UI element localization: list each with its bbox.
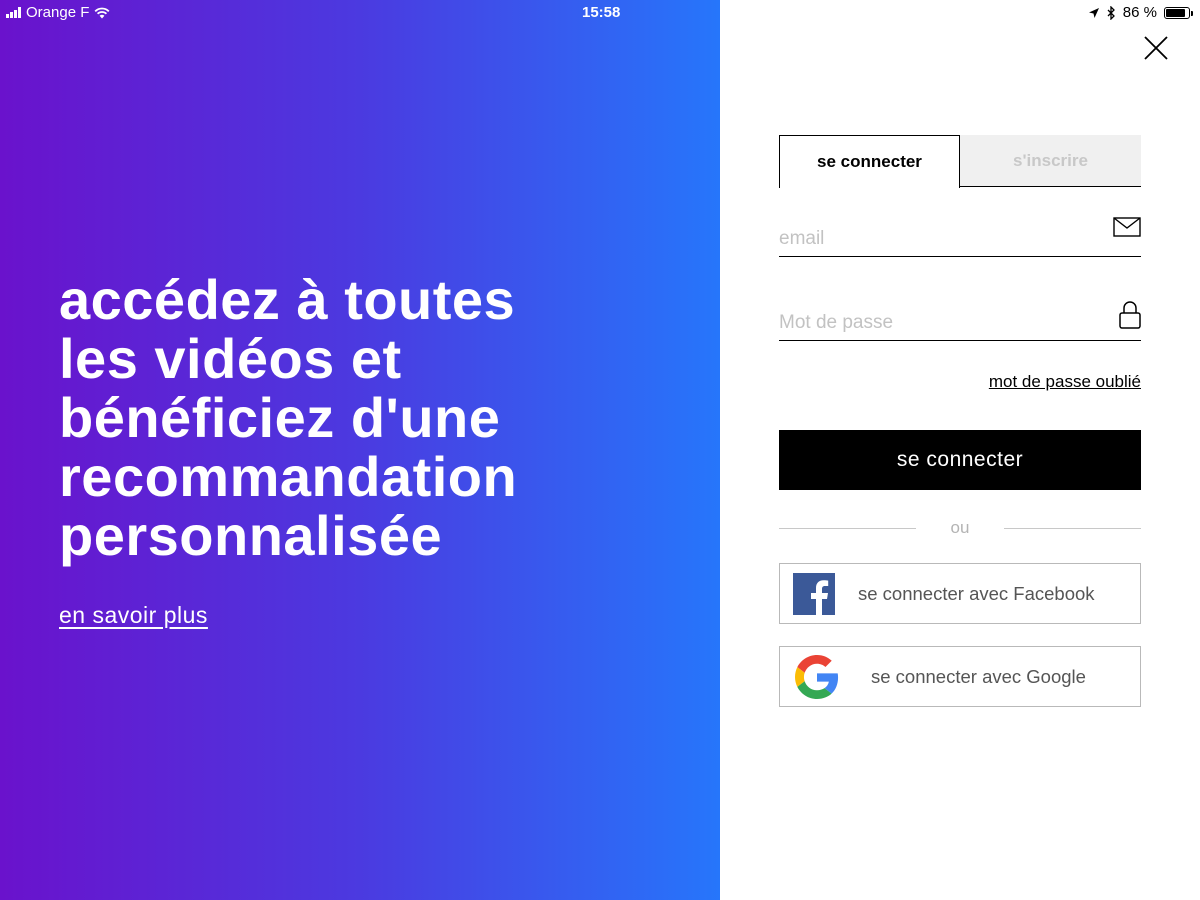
battery-percent: 86 % bbox=[1122, 4, 1157, 21]
lock-icon bbox=[1119, 301, 1141, 329]
google-logo-icon bbox=[795, 655, 839, 699]
learn-more-link[interactable]: en savoir plus bbox=[59, 602, 208, 629]
divider-line-right bbox=[1004, 528, 1141, 529]
google-login-label: se connecter avec Google bbox=[871, 666, 1086, 687]
battery-fill bbox=[1166, 8, 1185, 17]
carrier-name: Orange F bbox=[26, 4, 90, 21]
battery-icon bbox=[1164, 6, 1193, 19]
tab-login[interactable]: se connecter bbox=[779, 135, 960, 188]
bluetooth-icon bbox=[1107, 5, 1115, 20]
or-divider: ou bbox=[779, 517, 1141, 539]
facebook-login-button[interactable]: se connecter avec Facebook bbox=[779, 563, 1141, 624]
auth-tabs: se connecter s'inscrire bbox=[779, 135, 1141, 188]
google-login-button[interactable]: se connecter avec Google bbox=[779, 646, 1141, 707]
tab-signup[interactable]: s'inscrire bbox=[960, 135, 1141, 187]
facebook-login-label: se connecter avec Facebook bbox=[858, 583, 1095, 604]
status-bar: Orange F 15:58 86 % bbox=[0, 0, 1200, 24]
password-input[interactable] bbox=[779, 299, 1099, 339]
login-button[interactable]: se connecter bbox=[779, 430, 1141, 490]
facebook-logo-icon bbox=[793, 573, 835, 615]
close-icon bbox=[1144, 36, 1168, 60]
status-time: 15:58 bbox=[582, 4, 621, 21]
wifi-icon bbox=[94, 7, 110, 18]
forgot-password-link[interactable]: mot de passe oublié bbox=[980, 372, 1141, 392]
envelope-icon bbox=[1113, 217, 1141, 237]
close-button[interactable] bbox=[1142, 34, 1170, 62]
signal-icon bbox=[6, 7, 21, 18]
password-field bbox=[779, 299, 1141, 341]
email-field bbox=[779, 215, 1141, 257]
promo-headline: accédez à toutes les vidéos et bénéficie… bbox=[59, 268, 518, 567]
location-arrow-icon bbox=[1088, 7, 1099, 18]
status-left: Orange F bbox=[6, 4, 110, 21]
promo-panel: accédez à toutes les vidéos et bénéficie… bbox=[0, 0, 720, 900]
status-right: 86 % bbox=[1088, 4, 1193, 21]
email-input[interactable] bbox=[779, 215, 1099, 255]
